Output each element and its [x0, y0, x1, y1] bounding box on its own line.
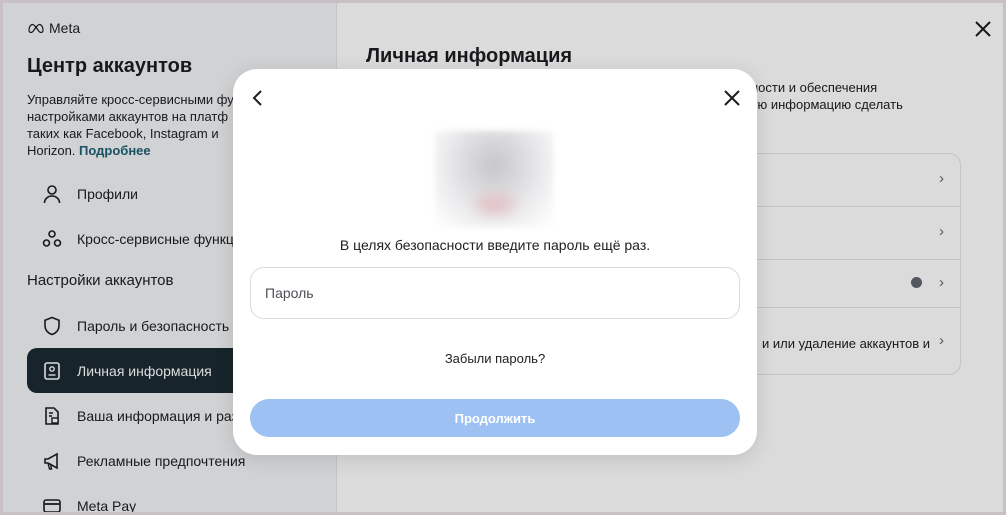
password-input[interactable]	[250, 267, 740, 319]
reauth-dialog: В целях безопасности введите пароль ещё …	[233, 69, 757, 455]
app-window: Meta Центр аккаунтов Управляйте кросс-се…	[0, 0, 1006, 515]
avatar-blur-detail	[476, 194, 514, 214]
security-prompt: В целях безопасности введите пароль ещё …	[339, 237, 651, 253]
forgot-password-link[interactable]: Забыли пароль?	[233, 351, 757, 366]
continue-button[interactable]: Продолжить	[250, 399, 740, 437]
close-icon[interactable]	[721, 87, 743, 109]
back-arrow-icon[interactable]	[247, 87, 269, 109]
